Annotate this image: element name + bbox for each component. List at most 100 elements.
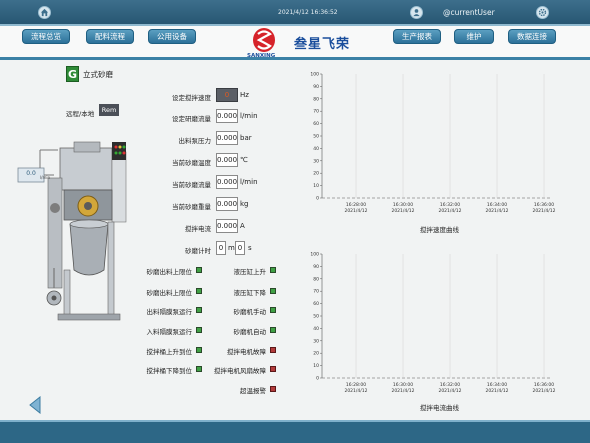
nav-production-report[interactable]: 生产报表 xyxy=(393,29,441,44)
y-tick-label: 70 xyxy=(313,289,319,295)
x-tick-time: 16:34:00 xyxy=(487,202,507,208)
param-label: 设定搅拌速度 xyxy=(172,94,211,102)
status-indicator xyxy=(270,327,276,333)
x-tick-time: 16:32:00 xyxy=(440,382,460,388)
nav-batching-process[interactable]: 配料流程 xyxy=(86,29,134,44)
timer-minutes: 0 xyxy=(216,241,226,255)
x-tick-time: 16:30:00 xyxy=(393,202,413,208)
x-tick-date: 2021/4/12 xyxy=(391,388,414,394)
x-tick-date: 2021/4/12 xyxy=(344,208,367,214)
chart-title: 搅拌速度曲线 xyxy=(420,226,459,234)
flow-meter-value: 0.0 xyxy=(26,170,36,177)
nav-data-connection[interactable]: 数据连接 xyxy=(508,29,556,44)
x-tick-date: 2021/4/12 xyxy=(391,208,414,214)
status-label: 砂磨机自动 xyxy=(233,328,267,336)
home-icon[interactable] xyxy=(38,6,51,19)
x-tick-time: 16:28:00 xyxy=(346,382,366,388)
status-label: 液压缸下降 xyxy=(233,289,267,297)
param-unit: A xyxy=(240,222,245,230)
nav-utility-equipment[interactable]: 公用设备 xyxy=(148,29,196,44)
x-tick-date: 2021/4/12 xyxy=(485,208,508,214)
gear-icon[interactable] xyxy=(536,6,549,19)
y-tick-label: 10 xyxy=(313,183,319,189)
timer-seconds: 0 xyxy=(235,241,245,255)
status-label: 砂磨出料上限位 xyxy=(146,268,193,276)
grinding-flow-setpoint[interactable]: 0.000 xyxy=(216,109,238,123)
y-tick-label: 70 xyxy=(313,109,319,115)
status-label: 砂磨机手动 xyxy=(233,308,267,316)
status-indicator xyxy=(270,347,276,353)
machine-status-badge: G xyxy=(66,66,79,82)
status-label: 搅拌电机风扇故障 xyxy=(214,367,266,375)
pump-pressure-value: 0.000 xyxy=(216,131,238,145)
stirring-current-chart: 010203040506070809010016:28:002021/4/121… xyxy=(310,252,555,395)
y-tick-label: 20 xyxy=(313,351,319,357)
x-tick-date: 2021/4/12 xyxy=(344,388,367,394)
x-tick-date: 2021/4/12 xyxy=(438,388,461,394)
timer-minutes-unit: m xyxy=(228,244,235,252)
chart-title: 搅拌电流曲线 xyxy=(420,404,459,412)
top-bar: 2021/4/12 16:36:52 @currentUser xyxy=(0,0,590,26)
current-temperature-value: 0.000 xyxy=(216,153,238,167)
param-label: 当前砂磨流量 xyxy=(172,181,211,189)
status-label: 超温报警 xyxy=(240,387,266,395)
timer-label: 砂磨计时 xyxy=(185,247,211,255)
flow-meter-unit: l/min xyxy=(40,175,51,180)
stirring-speed-setpoint[interactable]: 0 xyxy=(216,88,238,102)
param-label: 搅拌电流 xyxy=(185,225,211,233)
logo-title: 叁星飞荣 xyxy=(294,37,351,52)
nav-bar: 流程总览 配料流程 公用设备 SANXING 叁星飞荣 生产报表 维护 数据连接 xyxy=(0,26,590,60)
status-label: 出料隔膜泵运行 xyxy=(146,308,193,316)
y-tick-label: 80 xyxy=(313,276,319,282)
y-tick-label: 40 xyxy=(313,326,319,332)
param-label: 当前砂磨温度 xyxy=(172,159,211,167)
x-tick-time: 16:30:00 xyxy=(393,382,413,388)
stirring-speed-chart: 010203040506070809010016:28:002021/4/121… xyxy=(310,72,555,215)
y-tick-label: 10 xyxy=(313,363,319,369)
timer-seconds-unit: s xyxy=(248,244,252,252)
param-label: 设定研磨流量 xyxy=(172,115,211,123)
status-label: 入料隔膜泵运行 xyxy=(146,328,193,336)
y-tick-label: 100 xyxy=(310,252,319,258)
param-unit: l/min xyxy=(240,178,258,186)
status-indicator xyxy=(270,288,276,294)
y-tick-label: 60 xyxy=(313,301,319,307)
x-tick-time: 16:32:00 xyxy=(440,202,460,208)
mode-label: 远程/本地 xyxy=(66,110,95,118)
param-label: 当前砂磨重量 xyxy=(172,203,211,211)
x-tick-date: 2021/4/12 xyxy=(485,388,508,394)
param-unit: Hz xyxy=(240,91,249,99)
y-tick-label: 80 xyxy=(313,96,319,102)
bottom-bar xyxy=(0,420,590,443)
y-tick-label: 60 xyxy=(313,121,319,127)
company-logo: SANXING 叁星飞荣 xyxy=(244,26,354,60)
x-tick-time: 16:36:00 xyxy=(534,202,554,208)
current-weight-value: 0.000 xyxy=(216,197,238,211)
current-datetime: 2021/4/12 16:36:52 xyxy=(278,9,338,16)
y-tick-label: 0 xyxy=(316,376,319,382)
current-flow-value: 0.000 xyxy=(216,175,238,189)
x-tick-time: 16:34:00 xyxy=(487,382,507,388)
nav-process-overview[interactable]: 流程总览 xyxy=(22,29,70,44)
status-indicator xyxy=(270,366,276,372)
stirring-current-value: 0.000 xyxy=(216,219,238,233)
status-indicator xyxy=(270,267,276,273)
param-unit: bar xyxy=(240,134,252,142)
y-tick-label: 90 xyxy=(313,264,319,270)
status-label: 搅拌桶下降到位 xyxy=(146,367,193,375)
status-label: 搅拌电机故障 xyxy=(227,348,266,356)
y-tick-label: 90 xyxy=(313,84,319,90)
x-tick-date: 2021/4/12 xyxy=(532,388,555,394)
y-tick-label: 0 xyxy=(316,196,319,202)
param-label: 出料泵压力 xyxy=(178,137,212,145)
nav-maintenance[interactable]: 维护 xyxy=(454,29,494,44)
logo-brand-text: SANXING xyxy=(247,53,276,59)
sanxing-logo-icon: SANXING xyxy=(247,28,276,59)
back-arrow-icon[interactable] xyxy=(28,396,42,414)
y-tick-label: 30 xyxy=(313,158,319,164)
user-icon[interactable] xyxy=(410,6,423,19)
x-tick-time: 16:36:00 xyxy=(534,382,554,388)
status-label: 液压缸上升 xyxy=(233,268,267,276)
y-tick-label: 30 xyxy=(313,338,319,344)
machine-title: 立式砂磨 xyxy=(83,70,113,79)
